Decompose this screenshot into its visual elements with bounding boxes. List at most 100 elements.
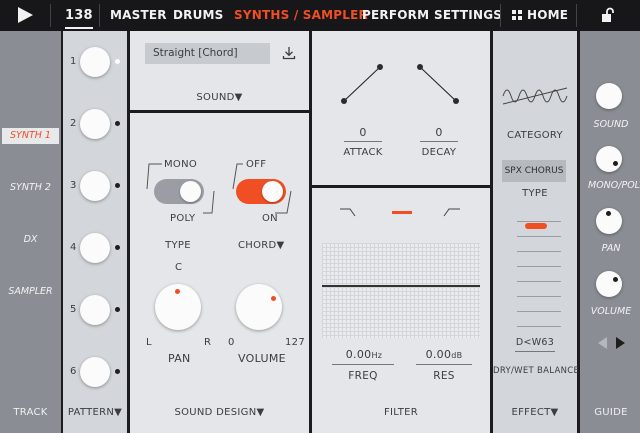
- sound-label[interactable]: SOUND▼: [130, 92, 309, 103]
- guide-pan-label: PAN: [601, 243, 621, 254]
- mono-poly-toggle[interactable]: [154, 179, 204, 204]
- divider: [500, 4, 501, 27]
- chord-on-label: ON: [262, 213, 278, 224]
- guide-footer: GUIDE: [594, 407, 628, 418]
- sine-wave-icon: [502, 87, 568, 105]
- effect-panel: CATEGORY SPX CHORUS TYPE D<W63 DRY/WET B…: [493, 31, 580, 433]
- attack-value[interactable]: 0: [342, 126, 384, 139]
- volume-label: VOLUME: [238, 352, 286, 365]
- guide-pan-knob[interactable]: [596, 208, 622, 234]
- balance-slider-thumb[interactable]: [525, 223, 547, 229]
- chord-toggle[interactable]: [236, 179, 286, 204]
- unlock-icon[interactable]: [600, 7, 617, 24]
- freq-unit: Hz: [371, 351, 383, 360]
- poly-label: POLY: [170, 213, 196, 224]
- divider: [420, 141, 458, 142]
- track-item-synth-1[interactable]: SYNTH 1: [0, 130, 61, 141]
- track-item-synth-2[interactable]: SYNTH 2: [0, 182, 61, 193]
- balance-slider[interactable]: [517, 211, 561, 341]
- filter-response-graph[interactable]: [322, 243, 480, 338]
- divider: [344, 141, 382, 142]
- pan-knob[interactable]: [155, 284, 201, 330]
- chord-label[interactable]: CHORD▼: [238, 240, 285, 251]
- guide-mono-poly-label: MONO/POLY: [588, 180, 640, 191]
- triangle-right-icon[interactable]: [616, 337, 625, 349]
- sound-preset-field[interactable]: Straight [Chord]: [145, 43, 270, 64]
- tab-settings[interactable]: SETTINGS: [434, 0, 502, 31]
- home-button[interactable]: HOME: [512, 0, 568, 31]
- track-column: SYNTH 1 SYNTH 2 DX SAMPLER TRACK: [0, 31, 61, 433]
- pan-right-label: R: [204, 337, 212, 348]
- divider: [515, 351, 555, 352]
- pattern-number: 2: [70, 118, 77, 129]
- pan-center-label: C: [175, 262, 183, 273]
- guide-sound-label: SOUND: [593, 119, 629, 130]
- pattern-number: 3: [70, 180, 77, 191]
- tab-drums[interactable]: DRUMS: [173, 0, 224, 31]
- volume-max-label: 127: [285, 337, 305, 348]
- decay-value[interactable]: 0: [418, 126, 460, 139]
- pattern-column: 1 2 3 4 5 6 PATTERN▼: [63, 31, 127, 433]
- pattern-number: 1: [70, 56, 77, 67]
- guide-column: SOUND MONO/POLY PAN VOLUME GUIDE: [580, 31, 640, 433]
- pattern-knob-6[interactable]: [80, 357, 110, 387]
- effect-type-field[interactable]: SPX CHORUS: [502, 160, 566, 182]
- volume-indicator: [271, 296, 276, 301]
- pattern-indicator: [115, 307, 120, 312]
- tab-synths-sampler[interactable]: SYNTHS / SAMPLER: [234, 0, 368, 31]
- knob-indicator: [606, 211, 611, 216]
- filter-footer: FILTER: [383, 407, 419, 418]
- res-number: 0.00: [425, 348, 452, 361]
- pattern-indicator: [115, 245, 120, 250]
- decay-label: DECAY: [421, 147, 457, 158]
- knob-indicator: [613, 161, 618, 166]
- freq-value[interactable]: 0.00Hz: [332, 348, 396, 361]
- toggle-thumb: [262, 181, 283, 202]
- divider: [416, 364, 472, 365]
- home-grid-icon: [512, 10, 522, 20]
- pattern-knob-5[interactable]: [80, 295, 110, 325]
- pattern-knob-2[interactable]: [80, 109, 110, 139]
- envelope-panel: 0 ATTACK 0 DECAY: [312, 31, 490, 185]
- res-unit: dB: [451, 351, 463, 360]
- pattern-knob-4[interactable]: [80, 233, 110, 263]
- tab-perform[interactable]: PERFORM: [362, 0, 429, 31]
- res-value[interactable]: 0.00dB: [412, 348, 476, 361]
- filter-curve: [322, 285, 480, 287]
- guide-volume-knob[interactable]: [596, 271, 622, 297]
- toggle-thumb: [180, 181, 201, 202]
- track-item-sampler[interactable]: SAMPLER: [0, 286, 61, 297]
- guide-mono-poly-knob[interactable]: [596, 146, 622, 172]
- download-icon[interactable]: [281, 45, 297, 61]
- res-label: RES: [433, 370, 455, 382]
- sound-design-panel: MONO POLY TYPE OFF ON CHORD▼ C L R PAN 0…: [130, 113, 309, 433]
- tempo-display[interactable]: 138: [65, 2, 93, 29]
- divider: [99, 4, 100, 27]
- track-item-dx[interactable]: DX: [0, 234, 61, 245]
- effect-footer[interactable]: EFFECT▼: [493, 407, 577, 418]
- pattern-indicator: [115, 369, 120, 374]
- pattern-knob-3[interactable]: [80, 171, 110, 201]
- pattern-indicator: [115, 59, 120, 64]
- balance-value[interactable]: D<W63: [493, 337, 577, 348]
- filter-panel: 0.00Hz FREQ 0.00dB RES FILTER: [312, 188, 490, 433]
- guide-sound-knob[interactable]: [596, 83, 622, 109]
- pattern-indicator: [115, 121, 120, 126]
- sound-panel: Straight [Chord] SOUND▼: [130, 31, 309, 110]
- balance-label: DRY/WET BALANCE: [493, 366, 580, 376]
- pattern-indicator: [115, 183, 120, 188]
- volume-min-label: 0: [228, 337, 235, 348]
- play-icon[interactable]: [18, 7, 33, 23]
- pattern-knob-1[interactable]: [80, 47, 110, 77]
- volume-knob[interactable]: [236, 284, 282, 330]
- triangle-left-icon[interactable]: [598, 337, 607, 349]
- filter-type-selector[interactable]: [338, 206, 466, 220]
- track-footer: TRACK: [13, 407, 48, 418]
- divider: [50, 4, 51, 27]
- pattern-footer[interactable]: PATTERN▼: [63, 407, 127, 418]
- guide-volume-label: VOLUME: [590, 306, 632, 317]
- pattern-number: 6: [70, 366, 77, 377]
- knob-indicator: [613, 277, 618, 282]
- tab-master[interactable]: MASTER: [110, 0, 167, 31]
- sound-design-footer[interactable]: SOUND DESIGN▼: [130, 407, 309, 418]
